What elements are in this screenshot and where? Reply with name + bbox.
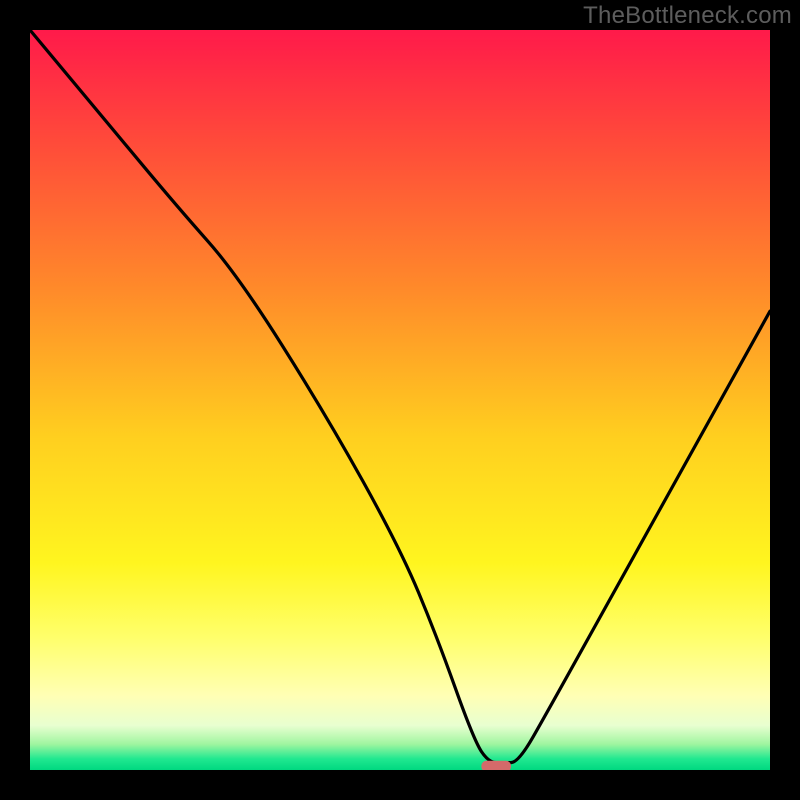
watermark-text: TheBottleneck.com [583, 2, 792, 30]
plot-area [30, 30, 770, 770]
plot-svg [30, 30, 770, 770]
chart-frame: TheBottleneck.com [0, 0, 800, 800]
optimal-marker [481, 761, 511, 770]
gradient-background [30, 30, 770, 770]
